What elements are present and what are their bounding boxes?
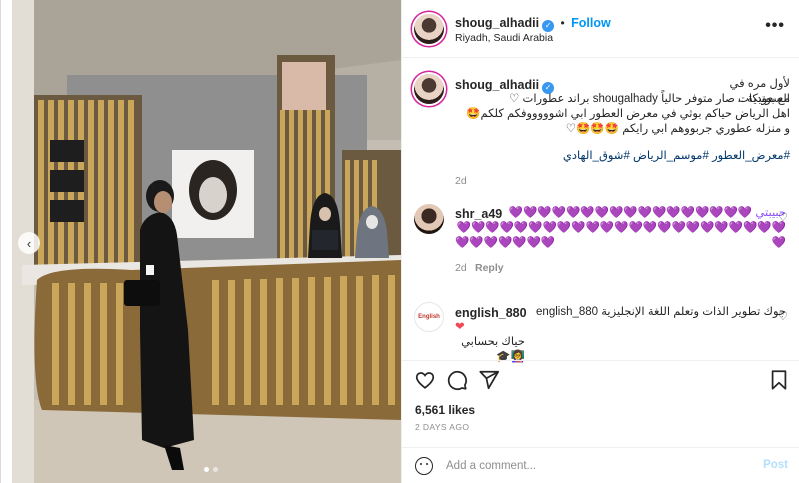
reply-button[interactable]: Reply [475, 262, 504, 274]
share-plane-icon[interactable] [478, 369, 500, 391]
comment-username[interactable]: shr_a49 [455, 207, 502, 221]
comment-input[interactable] [446, 458, 746, 474]
add-comment-bar: Post [402, 447, 799, 483]
heart-icon[interactable] [414, 369, 436, 391]
carousel-prev-button[interactable]: ‹ [18, 232, 40, 254]
post-photo[interactable]: ‹ [12, 0, 401, 483]
comment-icon[interactable] [446, 369, 468, 391]
commenter-avatar[interactable] [414, 204, 444, 234]
dot-separator: • [560, 16, 565, 30]
post-comment-button[interactable]: Post [763, 459, 788, 471]
caption-age: 2d [455, 175, 467, 187]
header-username[interactable]: shoug_alhadii [455, 16, 539, 30]
comment-like-heart-icon[interactable]: ♡ [778, 211, 788, 224]
caption-line-3: اهل الرياض حياكم بوثي في معرض العطور ابي… [466, 108, 790, 120]
comment-like-heart-icon[interactable]: ♡ [778, 310, 788, 323]
carousel-dot-active [204, 467, 209, 472]
comment-username[interactable]: english_880 [455, 306, 527, 320]
commenter-avatar-english[interactable]: English [414, 302, 444, 332]
caption-username[interactable]: shoug_alhadii [455, 78, 539, 92]
chevron-left-icon: ‹ [26, 235, 32, 251]
post-header: shoug_alhadii ✓ • Follow Riyadh, Saudi Ar… [402, 0, 799, 58]
likes-count[interactable]: 6,561 likes [415, 403, 475, 417]
caption-hashtags[interactable]: #معرض_العطور #موسم_الرياض #شوق_الهادي [455, 149, 790, 164]
comment-age: 2d [455, 262, 467, 274]
location-link[interactable]: Riyadh, Saudi Arabia [455, 32, 553, 44]
caption-line-2: مع بوتيكات صار متوفر حالياً shougalhady … [509, 93, 790, 105]
caption-line-4: و منزله عطوري جربووهم ابي رايكم 🤩🤩🤩♡ [565, 123, 790, 135]
comment-text-line-2: ❤ [455, 321, 465, 333]
action-bar [402, 360, 799, 398]
carousel-dots [204, 467, 218, 472]
comment-text-line-1: جوك تطوير الذات وتعلم اللغة الإنجليزية e… [536, 306, 786, 318]
comment-text-line-3: 💜💜💜💜💜💜💜 [455, 237, 556, 249]
more-options-icon[interactable]: ••• [765, 17, 785, 35]
carousel-dot [213, 467, 218, 472]
instagram-post-modal: ‹ shoug_alhadii ✓ • Follow Riyadh, Saudi … [0, 0, 799, 483]
booth-photo-illustration [12, 0, 401, 483]
header-user-row: shoug_alhadii ✓ • Follow [455, 14, 611, 32]
follow-button[interactable]: Follow [571, 16, 611, 30]
verified-badge-icon: ✓ [542, 19, 555, 32]
post-side-panel: shoug_alhadii ✓ • Follow Riyadh, Saudi Ar… [401, 0, 799, 483]
bookmark-icon[interactable] [768, 369, 790, 391]
avatar[interactable] [414, 14, 444, 44]
post-timestamp: 2 DAYS AGO [415, 422, 470, 432]
emoji-icon[interactable] [415, 457, 433, 475]
caption-avatar[interactable] [414, 74, 444, 104]
